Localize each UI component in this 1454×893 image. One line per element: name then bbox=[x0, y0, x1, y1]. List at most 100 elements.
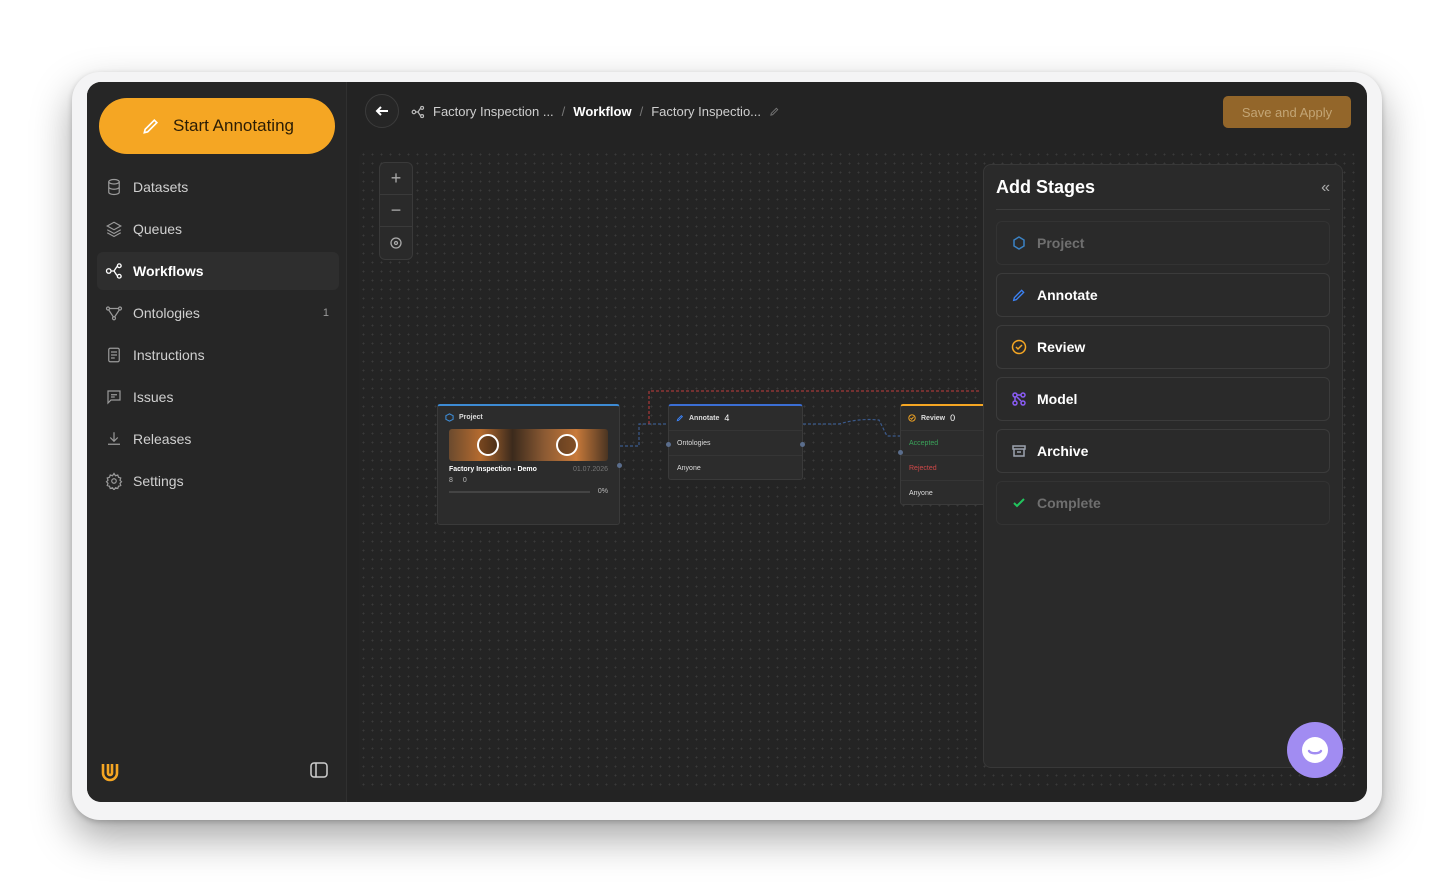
edit-pencil-icon[interactable] bbox=[769, 106, 780, 117]
stage-model[interactable]: Model bbox=[996, 377, 1330, 421]
progress-percent: 0% bbox=[597, 488, 608, 495]
project-thumbnail bbox=[449, 429, 608, 461]
breadcrumb-separator: / bbox=[561, 104, 566, 119]
row-label: Rejected bbox=[909, 464, 937, 472]
row-label: Accepted bbox=[909, 439, 939, 447]
sidebar-nav: Datasets Queues Workflows Ontologies 1 I… bbox=[97, 168, 339, 504]
sidebar-item-releases[interactable]: Releases bbox=[97, 420, 339, 458]
node-count: 0 bbox=[950, 413, 956, 423]
sidebar: Start Annotating Datasets Queues Workflo… bbox=[87, 82, 347, 802]
sidebar-item-label: Releases bbox=[133, 431, 192, 447]
node-header: Review 0 bbox=[901, 406, 984, 430]
sidebar-item-settings[interactable]: Settings bbox=[97, 462, 339, 500]
workflow-canvas[interactable]: + − Project Factory Inspection - Demo 01… bbox=[359, 150, 1355, 790]
review-assignee-row: Anyone bbox=[901, 480, 984, 505]
layers-icon bbox=[106, 221, 122, 238]
chat-support-button[interactable] bbox=[1287, 722, 1343, 778]
collapse-panel-icon[interactable]: « bbox=[1321, 179, 1330, 197]
sidebar-item-queues[interactable]: Queues bbox=[97, 210, 339, 248]
input-port[interactable] bbox=[898, 450, 903, 455]
ontology-icon bbox=[105, 306, 123, 321]
breadcrumb-project[interactable]: Factory Inspection ... bbox=[433, 104, 554, 119]
stage-label: Project bbox=[1037, 235, 1085, 251]
output-port[interactable] bbox=[617, 463, 622, 468]
connector-project-annotate bbox=[620, 423, 669, 447]
sidebar-item-label: Instructions bbox=[133, 347, 205, 363]
document-icon bbox=[108, 347, 120, 363]
sidebar-toggle-icon[interactable] bbox=[309, 760, 329, 780]
stage-project: Project bbox=[996, 221, 1330, 265]
sidebar-item-label: Queues bbox=[133, 221, 183, 237]
database-icon bbox=[108, 178, 120, 196]
archive-icon bbox=[1012, 445, 1026, 457]
stage-annotate[interactable]: Annotate bbox=[996, 273, 1330, 317]
node-header: Annotate 4 bbox=[669, 406, 802, 430]
progress-bar bbox=[449, 490, 590, 493]
annotate-assignee-row: Anyone bbox=[669, 455, 802, 480]
annotate-node[interactable]: Annotate 4 Ontologies Anyone bbox=[666, 404, 805, 480]
topbar: Factory Inspection ... / Workflow / Fact… bbox=[347, 82, 1367, 142]
sidebar-item-label: Settings bbox=[133, 473, 184, 489]
stage-label: Model bbox=[1037, 391, 1078, 407]
project-name: Factory Inspection - Demo bbox=[449, 466, 537, 473]
arrow-left-icon bbox=[375, 106, 388, 116]
app-window: Start Annotating Datasets Queues Workflo… bbox=[87, 82, 1367, 802]
workflow-icon bbox=[105, 263, 122, 279]
ontologies-count-badge: 1 bbox=[322, 307, 329, 319]
brand-logo-icon bbox=[101, 764, 119, 782]
sidebar-item-label: Ontologies bbox=[133, 305, 200, 321]
sidebar-item-workflows[interactable]: Workflows bbox=[97, 252, 339, 290]
check-circle-icon bbox=[908, 414, 916, 422]
sidebar-item-label: Workflows bbox=[133, 263, 204, 279]
sidebar-item-label: Issues bbox=[133, 389, 174, 405]
output-port[interactable] bbox=[800, 442, 805, 447]
save-and-apply-button[interactable]: Save and Apply bbox=[1223, 96, 1351, 128]
stage-label: Complete bbox=[1037, 495, 1101, 511]
node-title: Annotate bbox=[689, 414, 720, 422]
queue-count: 0 bbox=[462, 477, 467, 484]
breadcrumb-workflow[interactable]: Workflow bbox=[573, 104, 631, 119]
panel-title: Add Stages bbox=[996, 177, 1096, 197]
start-annotating-button[interactable]: Start Annotating bbox=[99, 98, 335, 154]
row-label: Anyone bbox=[677, 464, 701, 472]
checkmark-icon bbox=[1013, 498, 1025, 508]
input-port[interactable] bbox=[666, 442, 671, 447]
sidebar-item-issues[interactable]: Issues bbox=[97, 378, 339, 416]
stage-label: Review bbox=[1037, 339, 1086, 355]
pencil-icon bbox=[676, 414, 684, 422]
start-annotating-label: Start Annotating bbox=[173, 116, 294, 135]
dataset-count: 8 bbox=[449, 477, 453, 484]
breadcrumb: Factory Inspection ... / Workflow / Fact… bbox=[411, 104, 780, 119]
model-icon bbox=[1012, 392, 1026, 406]
add-stages-panel: Add Stages « Project Annotate Review Mod… bbox=[983, 164, 1343, 768]
divider bbox=[996, 209, 1330, 210]
cube-icon bbox=[1013, 236, 1025, 250]
row-label: Ontologies bbox=[677, 439, 711, 447]
chat-icon bbox=[1302, 737, 1328, 763]
node-count: 4 bbox=[724, 413, 730, 423]
stage-review[interactable]: Review bbox=[996, 325, 1330, 369]
breadcrumb-workflow-name[interactable]: Factory Inspectio... bbox=[651, 104, 761, 119]
back-button[interactable] bbox=[365, 94, 399, 128]
connector-annotate-review bbox=[803, 418, 901, 437]
sidebar-item-ontologies[interactable]: Ontologies 1 bbox=[97, 294, 339, 332]
cube-icon bbox=[445, 413, 454, 422]
play-icon[interactable] bbox=[477, 434, 499, 456]
sidebar-item-label: Datasets bbox=[133, 179, 189, 195]
sidebar-item-instructions[interactable]: Instructions bbox=[97, 336, 339, 374]
node-header: Project bbox=[438, 406, 619, 429]
stage-archive[interactable]: Archive bbox=[996, 429, 1330, 473]
message-icon bbox=[107, 390, 121, 405]
node-title: Project bbox=[459, 414, 483, 421]
play-icon[interactable] bbox=[556, 434, 578, 456]
project-node[interactable]: Project Factory Inspection - Demo 01.07.… bbox=[437, 404, 622, 525]
pencil-icon bbox=[1012, 289, 1025, 302]
stage-complete: Complete bbox=[996, 481, 1330, 525]
download-icon bbox=[108, 432, 120, 445]
review-node[interactable]: Review 0 Accepted Rejected Anyone bbox=[898, 404, 984, 505]
check-circle-icon bbox=[1011, 339, 1027, 355]
stage-label: Archive bbox=[1037, 443, 1089, 459]
pencil-icon bbox=[143, 118, 159, 134]
stage-label: Annotate bbox=[1037, 287, 1098, 303]
sidebar-item-datasets[interactable]: Datasets bbox=[97, 168, 339, 206]
